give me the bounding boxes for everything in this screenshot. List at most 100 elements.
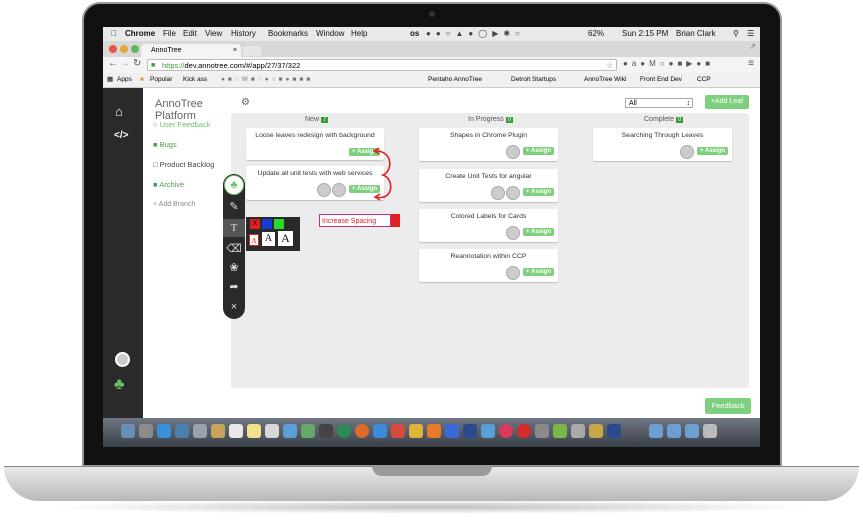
- list-icon[interactable]: ☰: [747, 27, 754, 41]
- system-preferences-icon[interactable]: [571, 424, 585, 438]
- menu-file[interactable]: File: [163, 27, 176, 41]
- text-tool-icon[interactable]: T: [223, 219, 245, 237]
- font-size-medium[interactable]: A: [262, 232, 275, 246]
- nav-product-backlog[interactable]: □ Product Backlog: [153, 160, 214, 169]
- zoom-window-button[interactable]: [131, 45, 139, 53]
- forward-icon[interactable]: →: [120, 58, 130, 69]
- trash-icon[interactable]: [703, 424, 717, 438]
- bookmark-pentaho[interactable]: Pentaho AnnoTree: [428, 73, 482, 87]
- avatar[interactable]: [491, 186, 505, 200]
- bookmark-frontend[interactable]: Front End Dev: [640, 73, 682, 87]
- leaf-card[interactable]: Update all unit tests with web services …: [246, 166, 384, 200]
- folder-icon[interactable]: [667, 424, 681, 438]
- app-store-icon[interactable]: [157, 424, 171, 438]
- reload-icon[interactable]: ↻: [133, 58, 141, 69]
- photoshop-icon[interactable]: [463, 424, 477, 438]
- nav-archive[interactable]: ■ Archive: [153, 180, 184, 189]
- code-icon[interactable]: </>: [114, 130, 128, 141]
- color-swatch-blue[interactable]: [262, 219, 272, 229]
- close-tab-icon[interactable]: ×: [233, 44, 237, 57]
- downloads-icon[interactable]: [685, 424, 699, 438]
- xcode-icon[interactable]: [445, 424, 459, 438]
- bookmark-apps[interactable]: Apps: [117, 73, 132, 87]
- clock[interactable]: Sun 2:15 PM: [622, 27, 668, 41]
- app-icon-yellow[interactable]: [409, 424, 423, 438]
- font-size-large[interactable]: A: [278, 231, 293, 246]
- close-window-button[interactable]: [109, 45, 117, 53]
- assign-button[interactable]: + Assign: [523, 188, 554, 196]
- leaf-card[interactable]: Colored Labels for Cards + Assign: [419, 209, 558, 242]
- filter-select[interactable]: All ↕: [625, 98, 693, 108]
- extension-icons[interactable]: ●a●M○●■▶●■: [623, 59, 714, 68]
- bookmark-ccp[interactable]: CCP: [697, 73, 711, 87]
- bookmark-star-icon[interactable]: ☆: [606, 60, 613, 72]
- tab-annotree[interactable]: AnnoTree ×: [141, 44, 241, 57]
- leaf-card[interactable]: Shapes in Chrome Plugin + Assign: [419, 128, 558, 161]
- reminders-icon[interactable]: [265, 424, 279, 438]
- assign-button[interactable]: + Assign: [523, 268, 554, 276]
- bookmark-detroit[interactable]: Detroit Startups: [511, 73, 556, 87]
- tree-icon[interactable]: ♣: [224, 175, 244, 195]
- safari-icon[interactable]: [175, 424, 189, 438]
- eraser-icon[interactable]: ⌫: [223, 240, 245, 258]
- app-icon-gold[interactable]: [589, 424, 603, 438]
- finder-icon[interactable]: [121, 424, 135, 438]
- facetime-icon[interactable]: [301, 424, 315, 438]
- share-icon[interactable]: ➦: [223, 278, 245, 296]
- skype-icon[interactable]: [373, 424, 387, 438]
- color-swatch-green[interactable]: [274, 219, 284, 229]
- minimize-window-button[interactable]: [120, 45, 128, 53]
- annotation-color-handle[interactable]: [391, 214, 400, 227]
- leaf-card[interactable]: Loose leaves redesign with background + …: [246, 128, 384, 160]
- app-icon-gray[interactable]: [535, 424, 549, 438]
- home-icon[interactable]: ⌂: [115, 104, 123, 119]
- notes-icon[interactable]: [247, 424, 261, 438]
- battery-text[interactable]: 62%: [588, 27, 604, 41]
- menu-window[interactable]: Window: [316, 27, 344, 41]
- contacts-icon[interactable]: [211, 424, 225, 438]
- folder-icon[interactable]: [649, 424, 663, 438]
- messages-icon[interactable]: [283, 424, 297, 438]
- menu-help[interactable]: Help: [351, 27, 367, 41]
- vlc-icon[interactable]: [427, 424, 441, 438]
- font-size-small[interactable]: A: [249, 234, 259, 246]
- back-icon[interactable]: ←: [108, 58, 118, 69]
- app-icon-green[interactable]: [553, 424, 567, 438]
- leaf-card[interactable]: Reannotation within CCP + Assign: [419, 249, 558, 282]
- bookmark-icon-strip[interactable]: ●■○W■○●○■●■■■: [221, 73, 313, 87]
- avatar[interactable]: [506, 145, 520, 159]
- bookmark-wiki[interactable]: AnnoTree Wiki: [584, 73, 626, 87]
- color-swatch-red[interactable]: X: [250, 219, 260, 229]
- avatar[interactable]: [680, 145, 694, 159]
- menu-chrome[interactable]: Chrome: [125, 27, 155, 41]
- annotation-text-input[interactable]: Increase Spacing: [319, 214, 391, 227]
- avatar[interactable]: [115, 352, 130, 367]
- avatar[interactable]: [317, 183, 331, 197]
- photoshop-icon-2[interactable]: [607, 424, 621, 438]
- chrome-icon[interactable]: [337, 424, 351, 438]
- plant-icon[interactable]: ❀: [223, 259, 245, 277]
- menu-bookmarks[interactable]: Bookmarks: [268, 27, 308, 41]
- settings-gear-icon[interactable]: ⚙: [241, 97, 250, 108]
- leaf-card[interactable]: Create Unit Tests for angular + Assign: [419, 169, 558, 202]
- menu-history[interactable]: History: [231, 27, 256, 41]
- os-app-icon[interactable]: [517, 424, 531, 438]
- pencil-icon[interactable]: ✎: [223, 198, 245, 216]
- status-icons[interactable]: ●●○▲●◯▶✱○: [426, 27, 525, 41]
- add-branch-link[interactable]: + Add Branch: [153, 201, 195, 208]
- apple-icon[interactable]: : [111, 27, 117, 41]
- bookmark-kickass[interactable]: Kick ass: [183, 73, 207, 87]
- avatar[interactable]: [506, 186, 520, 200]
- terminal-icon[interactable]: [319, 424, 333, 438]
- launchpad-icon[interactable]: [139, 424, 153, 438]
- chrome-menu-icon[interactable]: ≡: [748, 58, 754, 69]
- itunes-icon[interactable]: [499, 424, 513, 438]
- feedback-button[interactable]: Feedback: [705, 398, 751, 414]
- firefox-icon[interactable]: [355, 424, 369, 438]
- address-bar[interactable]: ■ https://dev.annotree.com/#/app/27/37/3…: [147, 59, 617, 71]
- assign-button[interactable]: + Assign: [523, 228, 554, 236]
- apps-icon[interactable]: ▦: [107, 73, 113, 87]
- menu-view[interactable]: View: [205, 27, 222, 41]
- leaf-card[interactable]: Searching Through Leaves + Assign: [593, 128, 732, 161]
- nav-bugs[interactable]: ■ Bugs: [153, 140, 177, 149]
